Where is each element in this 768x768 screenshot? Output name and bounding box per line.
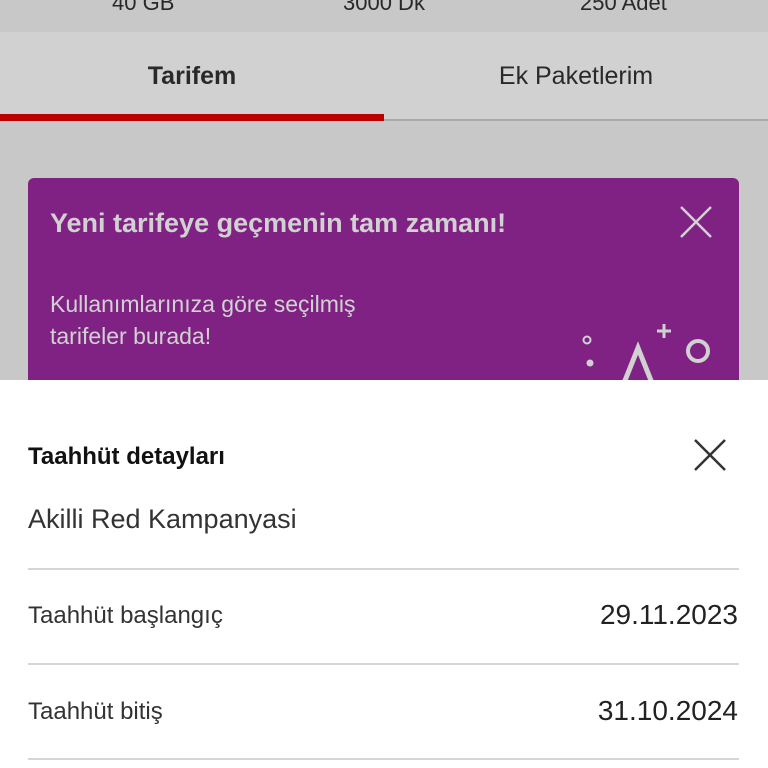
commitment-details-sheet: Taahhüt detayları Akilli Red Kampanyasi … [0,380,768,768]
start-date-label: Taahhüt başlangıç [28,602,223,629]
close-icon[interactable] [692,437,728,473]
divider [28,663,739,665]
divider [28,758,739,760]
divider [28,568,739,570]
sheet-title: Taahhüt detayları [28,443,225,470]
campaign-name: Akilli Red Kampanyasi [28,504,297,534]
end-date-value: 31.10.2024 [597,695,738,726]
end-date-label: Taahhüt bitiş [28,698,163,725]
start-date-value: 29.11.2023 [599,599,738,630]
dim-overlay[interactable] [0,0,768,380]
